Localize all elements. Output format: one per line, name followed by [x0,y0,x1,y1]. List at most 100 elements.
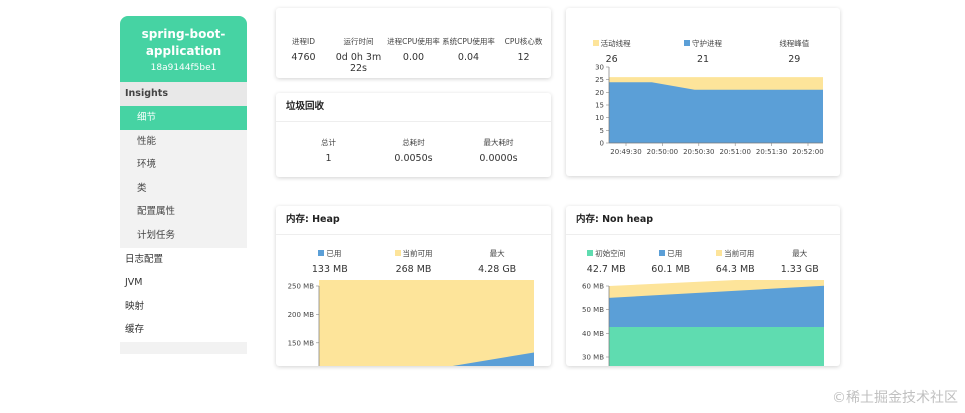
nonheap-chart: 0 B10 MB20 MB30 MB40 MB50 MB60 MB [582,280,824,366]
stat-label: 运行时间 [343,37,374,46]
app-header[interactable]: spring-boot-application 18a9144f5be1 [120,16,247,82]
y-tick-label: 60 MB [582,283,604,291]
y-tick-label: 40 MB [582,330,604,338]
legend-nonheap-used: 已用 60.1 MB [639,248,704,275]
sidebar-item-scheduled-tasks[interactable]: 计划任务 [120,224,247,248]
legend-swatch [716,250,723,256]
heap-title: 内存: Heap [276,206,551,235]
y-tick-label: 20 [595,89,604,97]
stat-value: 12 [517,52,530,63]
legend-label: 最大 [792,249,808,258]
y-tick-label: 15 [595,102,604,110]
legend-value: 64.3 MB [715,264,755,275]
legend-value: 268 MB [395,264,432,275]
legend-nonheap-committed: 当前可用 64.3 MB [703,248,768,275]
legend-peak-threads: 线程峰值 29 [749,38,840,65]
legend-label: 当前可用 [724,249,755,258]
legend-label: 已用 [667,249,683,258]
y-tick-label: 30 MB [582,354,604,362]
stat-label: 进程CPU使用率 [387,37,440,46]
y-tick-label: 200 MB [288,311,315,319]
y-tick-label: 0 [600,140,604,148]
stat-gc-time: 总耗时 0.0050s [371,137,456,164]
stat-label: 进程ID [292,37,315,46]
sidebar-section-insights[interactable]: Insights [120,82,247,106]
legend-value: 133 MB [311,264,348,275]
legend-value: 42.7 MB [586,264,626,275]
y-tick-label: 5 [600,127,604,135]
sidebar-item-caches[interactable]: 缓存 [120,318,247,342]
stat-process-cpu: 进程CPU使用率 0.00 [386,36,441,74]
legend-swatch [587,250,594,256]
sidebar-item-jvm[interactable]: JVM [120,271,247,295]
legend-label: 当前可用 [402,249,433,258]
stat-value: 0.00 [402,52,425,63]
heap-card: 内存: Heap 已用133 MB 当前可用268 MB 最大4.28 GB 0… [276,206,551,366]
stat-value: 0.0000s [479,153,518,164]
y-tick-label: 50 MB [582,306,604,314]
legend-heap-committed: 当前可用 268 MB [372,248,456,275]
heap-chart: 0 B50 MB100 MB150 MB200 MB250 MB [288,280,534,366]
legend-label: 守护进程 [691,39,722,48]
stat-value: 0d 0h 3m 22s [335,52,382,74]
stat-process-id: 进程ID 4760 [276,36,331,74]
legend-nonheap-max: 最大 1.33 GB [768,248,833,275]
y-tick-label: 250 MB [288,283,315,291]
legend-swatch [659,250,666,256]
app-id: 18a9144f5be1 [150,63,217,73]
watermark: ©稀土掘金技术社区 [832,390,958,406]
gc-card: 垃圾回收 总计 1 总耗时 0.0050s 最大耗时 0.0000s [276,93,551,177]
legend-daemon-threads: 守护进程 21 [657,38,748,65]
legend-value: 4.28 GB [478,264,517,275]
stat-label: 最大耗时 [483,138,514,147]
area-series-守护进程 [609,82,823,143]
stat-value: 0.04 [457,52,480,63]
legend-heap-used: 已用 133 MB [288,248,372,275]
legend-nonheap-init: 初始空间 42.7 MB [574,248,639,275]
sidebar-item-performance[interactable]: 性能 [120,130,247,154]
stat-uptime: 运行时间 0d 0h 3m 22s [331,36,386,74]
stat-label: 系统CPU使用率 [442,37,495,46]
legend-swatch [683,40,690,46]
area-series-当前可用 [319,280,534,366]
sidebar-item-logging[interactable]: 日志配置 [120,247,247,272]
stat-value: 1 [325,153,332,164]
stat-label: 总计 [321,138,336,147]
legend-active-threads: 活动线程 26 [566,38,657,65]
legend-swatch [394,250,401,256]
stat-cpu-cores: CPU核心数 12 [496,36,551,74]
sidebar-item-config-props[interactable]: 配置属性 [120,200,247,224]
process-card: 进程ID 4760 运行时间 0d 0h 3m 22s 进程CPU使用率 0.00 系… [276,8,551,78]
stat-value: 4760 [291,52,316,63]
x-tick-label: 20:51:00 [719,148,750,156]
sidebar: spring-boot-application 18a9144f5be1 Ins… [120,16,247,354]
threads-card: 活动线程 26 守护进程 21 线程峰值 29 0 5 10 15 20 25 30 20:49:3… [566,8,840,176]
stat-system-cpu: 系统CPU使用率 0.04 [441,36,496,74]
y-tick-label: 10 [595,114,604,122]
legend-label: 线程峰值 [779,39,810,48]
stat-gc-total: 总计 1 [286,137,371,164]
legend-label: 已用 [326,249,342,258]
legend-value: 60.1 MB [651,264,691,275]
nonheap-title: 内存: Non heap [566,206,840,235]
area-series-初始空间 [609,326,824,366]
legend-label: 活动线程 [600,39,631,48]
sidebar-item-mappings[interactable]: 映射 [120,294,247,319]
stat-gc-max: 最大耗时 0.0000s [456,137,541,164]
y-tick-label: 25 [595,76,604,84]
x-tick-label: 20:51:30 [756,148,787,156]
legend-label: 初始空间 [595,249,626,258]
y-tick-label: 30 [595,64,604,72]
x-tick-label: 20:50:30 [683,148,714,156]
legend-value: 1.33 GB [780,264,819,275]
x-tick-label: 20:49:30 [610,148,641,156]
nonheap-card: 内存: Non heap 初始空间 42.7 MB 已用 60.1 MB 当前可用 6… [566,206,840,366]
legend-swatch [318,250,325,256]
sidebar-item-details[interactable]: 细节 [120,106,247,130]
legend-heap-max: 最大 4.28 GB [455,248,539,275]
sidebar-item-classes[interactable]: 类 [120,177,247,201]
y-tick-label: 150 MB [288,339,315,347]
sidebar-item-environment[interactable]: 环境 [120,153,247,177]
app-name: spring-boot-application [141,27,226,58]
stat-value: 0.0050s [394,153,433,164]
